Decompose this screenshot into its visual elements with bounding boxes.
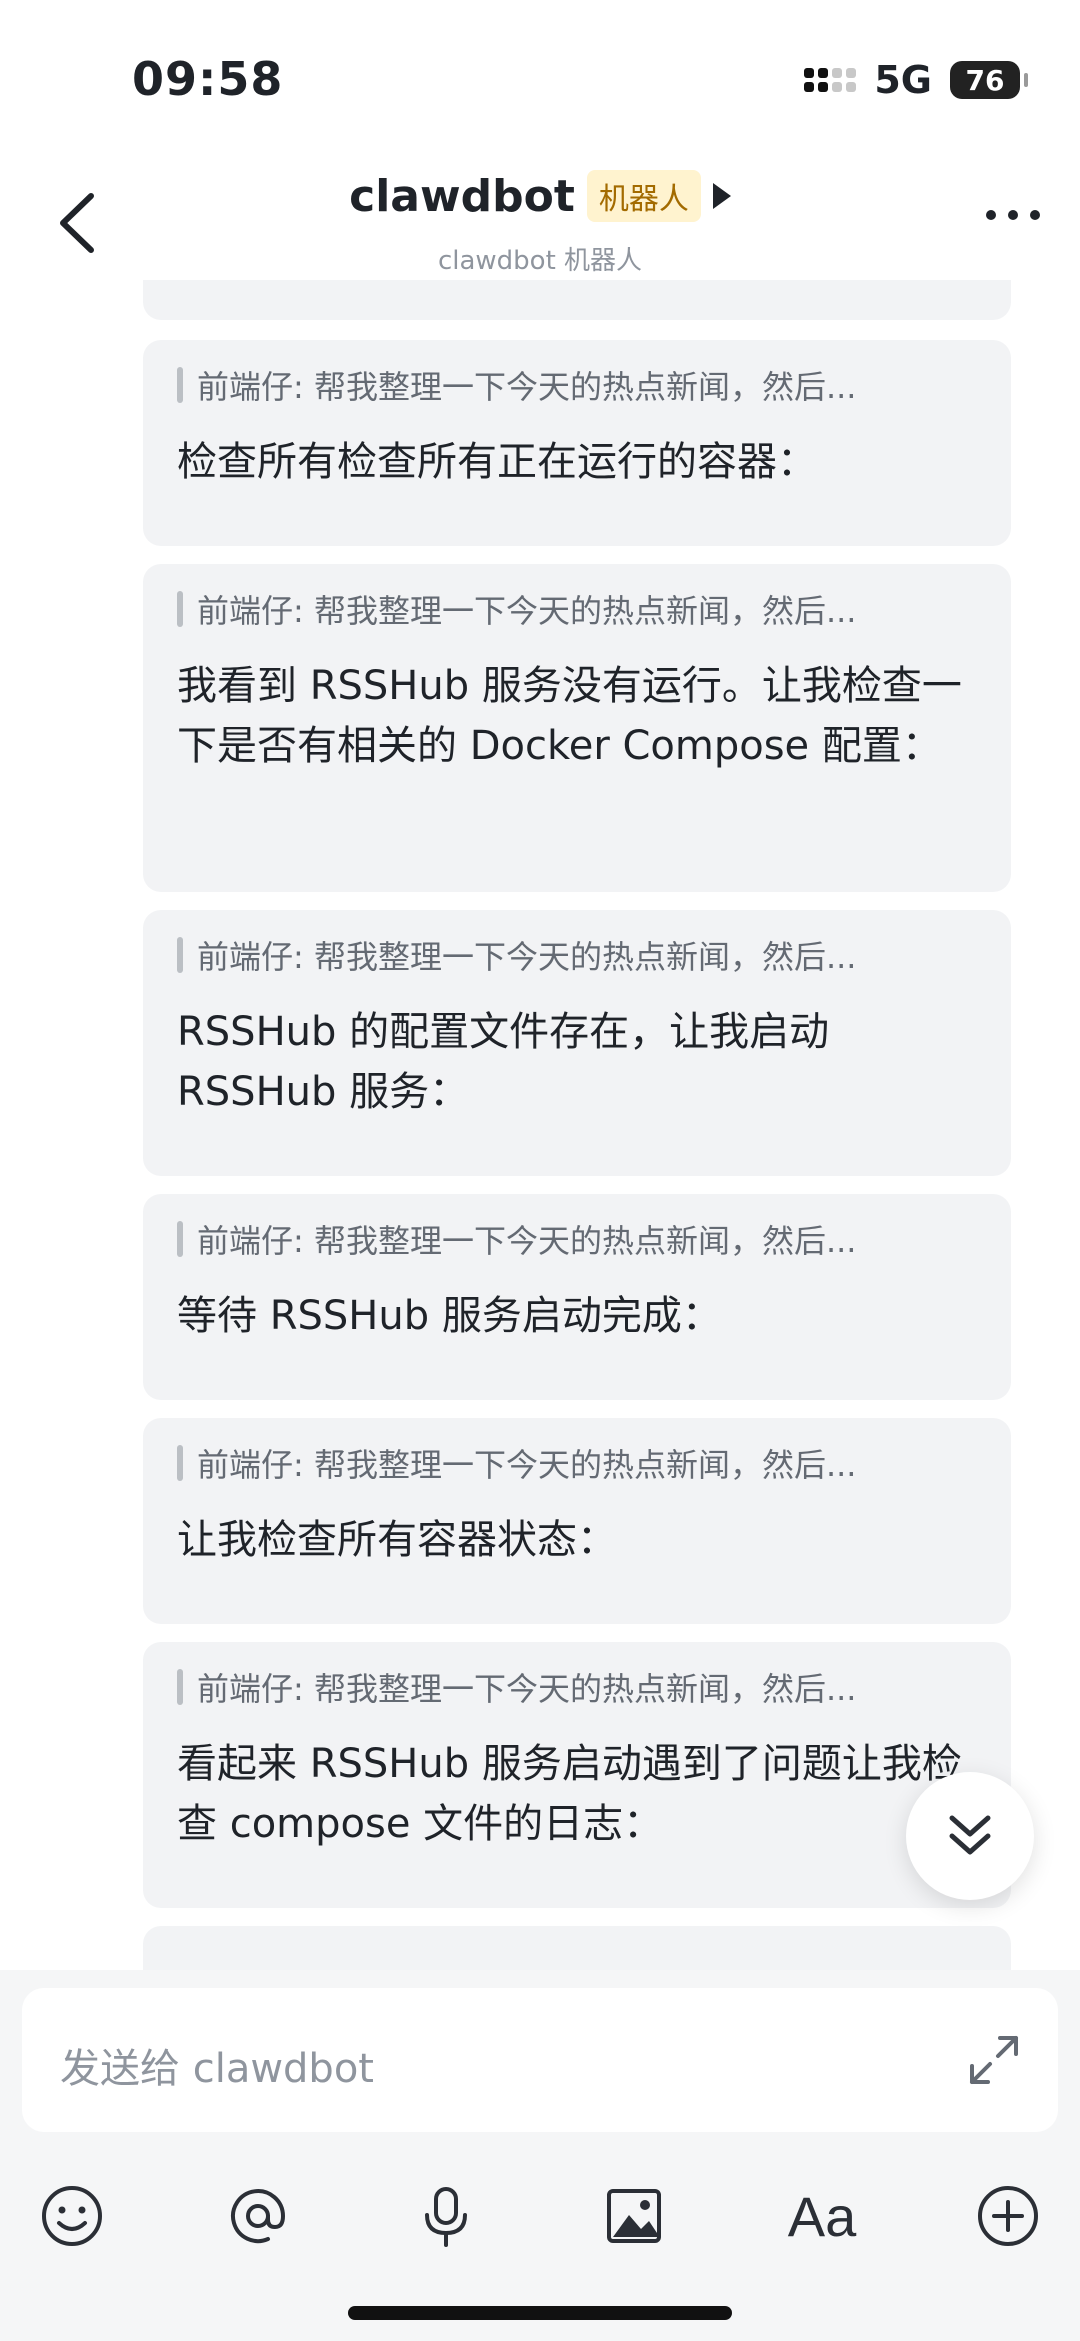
quoted-reply[interactable]: 前端仔: 帮我整理一下今天的热点新闻，然后... bbox=[177, 1440, 977, 1486]
quoted-reply[interactable]: 前端仔: 帮我整理一下今天的热点新闻，然后... bbox=[177, 362, 977, 408]
signal-icon bbox=[804, 68, 857, 92]
play-caret-icon bbox=[712, 183, 731, 209]
message-text: 让我检查所有容器状态： bbox=[177, 1517, 617, 1563]
chat-title-row[interactable]: clawdbot 机器人 bbox=[0, 170, 1080, 222]
double-chevron-down-icon bbox=[949, 1815, 991, 1855]
image-icon[interactable] bbox=[596, 2178, 672, 2254]
composer: 发送给 clawdbot Aa bbox=[0, 1970, 1080, 2341]
message-text: 看起来 RSSHub 服务启动遇到了问题让我检查 compose 文件的日志： bbox=[177, 1741, 962, 1847]
expand-icon[interactable] bbox=[966, 2032, 1022, 2088]
quoted-reply[interactable]: 前端仔: 帮我整理一下今天的热点新闻，然后... bbox=[177, 1664, 977, 1710]
message-input[interactable]: 发送给 clawdbot bbox=[22, 1988, 1058, 2132]
more-icon[interactable] bbox=[986, 210, 1040, 220]
quoted-reply[interactable]: 前端仔: 帮我整理一下今天的热点新闻，然后... bbox=[177, 586, 977, 632]
status-indicators: 5G 76 bbox=[804, 58, 1028, 102]
chat-header: clawdbot 机器人 clawdbot 机器人 bbox=[0, 150, 1080, 280]
message-bubble-partial bbox=[143, 1926, 1011, 1970]
status-time: 09:58 bbox=[132, 52, 284, 106]
at-icon[interactable] bbox=[220, 2178, 296, 2254]
message-bubble-partial bbox=[143, 280, 1011, 320]
message-bubble[interactable]: 前端仔: 帮我整理一下今天的热点新闻，然后... 我看到 RSSHub 服务没有… bbox=[143, 564, 1011, 892]
network-label: 5G bbox=[874, 58, 932, 102]
message-list[interactable]: 前端仔: 帮我整理一下今天的热点新闻，然后... 检查所有检查所有正在运行的容器… bbox=[0, 280, 1080, 1970]
message-text: 我看到 RSSHub 服务没有运行。让我检查一下是否有相关的 Docker Co… bbox=[177, 663, 962, 769]
quoted-reply[interactable]: 前端仔: 帮我整理一下今天的热点新闻，然后... bbox=[177, 932, 977, 978]
bot-badge: 机器人 bbox=[586, 170, 701, 222]
message-bubble[interactable]: 前端仔: 帮我整理一下今天的热点新闻，然后... RSSHub 的配置文件存在，… bbox=[143, 910, 1011, 1176]
scroll-to-bottom-button[interactable] bbox=[906, 1772, 1034, 1900]
add-icon[interactable] bbox=[970, 2178, 1046, 2254]
chat-subtitle: clawdbot 机器人 bbox=[437, 246, 643, 276]
message-text: RSSHub 的配置文件存在，让我启动 RSSHub 服务： bbox=[177, 1009, 830, 1115]
composer-toolbar: Aa bbox=[0, 2178, 1080, 2288]
message-bubble[interactable]: 前端仔: 帮我整理一下今天的热点新闻，然后... 看起来 RSSHub 服务启动… bbox=[143, 1642, 1011, 1908]
input-placeholder: 发送给 clawdbot bbox=[60, 2046, 374, 2092]
font-icon[interactable]: Aa bbox=[784, 2178, 860, 2254]
quoted-reply[interactable]: 前端仔: 帮我整理一下今天的热点新闻，然后... bbox=[177, 1216, 977, 1262]
emoji-icon[interactable] bbox=[34, 2178, 110, 2254]
message-text: 等待 RSSHub 服务启动完成： bbox=[177, 1293, 722, 1339]
message-bubble[interactable]: 前端仔: 帮我整理一下今天的热点新闻，然后... 等待 RSSHub 服务启动完… bbox=[143, 1194, 1011, 1400]
chat-title: clawdbot bbox=[349, 170, 575, 222]
home-indicator[interactable] bbox=[348, 2306, 732, 2320]
message-bubble[interactable]: 前端仔: 帮我整理一下今天的热点新闻，然后... 检查所有检查所有正在运行的容器… bbox=[143, 340, 1011, 546]
battery-icon: 76 bbox=[950, 61, 1028, 99]
message-text: 检查所有检查所有正在运行的容器： bbox=[177, 439, 817, 485]
message-bubble[interactable]: 前端仔: 帮我整理一下今天的热点新闻，然后... 让我检查所有容器状态： bbox=[143, 1418, 1011, 1624]
status-bar: 09:58 5G 76 bbox=[0, 0, 1080, 150]
microphone-icon[interactable] bbox=[408, 2178, 484, 2254]
